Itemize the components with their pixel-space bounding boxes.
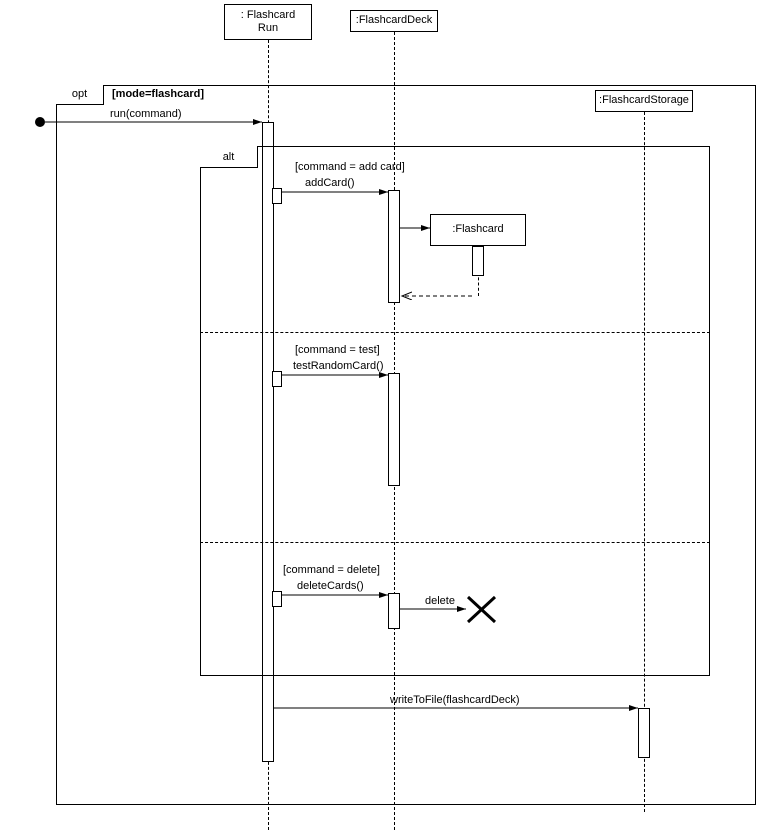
alt-guard-delete: [command = delete] xyxy=(283,564,380,576)
activation-delete-run xyxy=(272,591,282,607)
activation-delete-deck xyxy=(388,593,400,629)
alt-guard-add: [command = add card] xyxy=(295,161,405,173)
activation-flashcard xyxy=(472,246,484,276)
alt-frame-tab: alt xyxy=(200,146,258,168)
opt-frame-tab: opt xyxy=(56,85,104,105)
activation-test-run xyxy=(272,371,282,387)
participant-flashcard: :Flashcard xyxy=(430,214,526,246)
alt-guard-test: [command = test] xyxy=(295,344,380,356)
activation-addcard-deck xyxy=(388,190,400,303)
opt-guard: [mode=flashcard] xyxy=(112,88,204,100)
participant-flashcard-deck: :FlashcardDeck xyxy=(350,10,438,32)
msg-run: run(command) xyxy=(110,108,182,120)
msg-delete: delete xyxy=(425,595,455,607)
participant-flashcard-run: : Flashcard Run xyxy=(224,4,312,40)
alt-divider-1 xyxy=(200,332,710,333)
alt-divider-2 xyxy=(200,542,710,543)
msg-addcard: addCard() xyxy=(305,177,355,189)
activation-test-deck xyxy=(388,373,400,486)
sequence-diagram: { "participants": { "flashcardRun": ": F… xyxy=(0,0,778,833)
msg-testrandomcard: testRandomCard() xyxy=(293,360,383,372)
msg-deletecards: deleteCards() xyxy=(297,580,364,592)
activation-addcard-run xyxy=(272,188,282,204)
activation-storage xyxy=(638,708,650,758)
found-message-start xyxy=(35,117,45,127)
participant-flashcard-storage: :FlashcardStorage xyxy=(595,90,693,112)
msg-writetofile: writeToFile(flashcardDeck) xyxy=(390,694,520,706)
